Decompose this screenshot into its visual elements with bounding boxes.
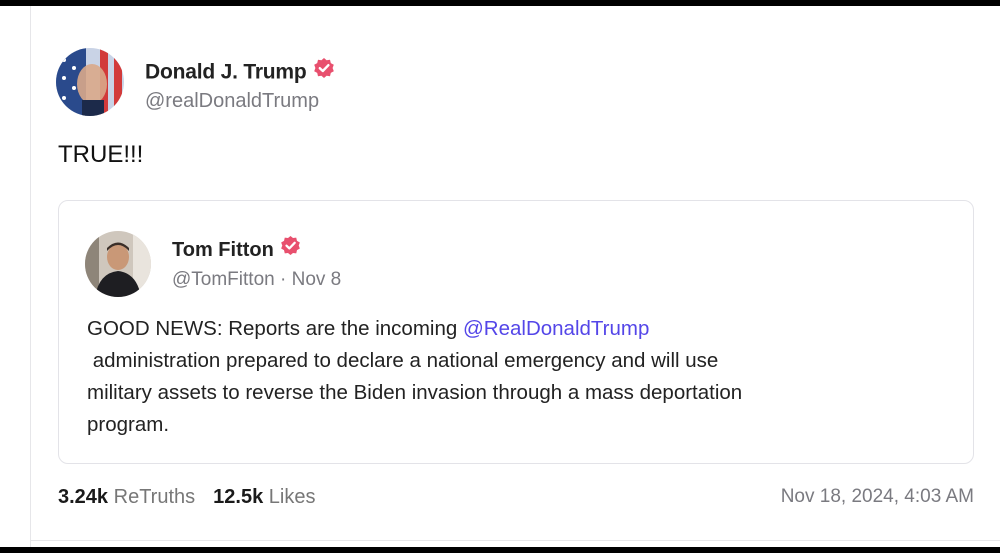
quoted-post-date[interactable]: Nov 8	[292, 269, 342, 290]
verified-badge-icon	[280, 235, 301, 262]
mention-link[interactable]: @RealDonaldTrump	[463, 317, 649, 340]
retruths-count: 3.24k	[58, 486, 109, 508]
verified-badge-icon	[313, 57, 335, 85]
post-frame: Donald J. Trump @realDonaldTrump TRUE!!!	[0, 6, 1000, 547]
quoted-text-line-1: GOOD NEWS: Reports are the incoming @Rea…	[87, 317, 650, 340]
author-name[interactable]: Donald J. Trump	[145, 57, 335, 87]
quoted-text-line-3: military assets to reverse the Biden inv…	[87, 381, 743, 404]
author-avatar[interactable]	[56, 48, 124, 116]
quoted-author-handle[interactable]: @TomFitton	[172, 269, 275, 290]
likes-count: 12.5k	[213, 486, 264, 508]
quoted-author-name[interactable]: Tom Fitton	[172, 235, 301, 264]
quoted-text-line-2: administration prepared to declare a nat…	[92, 349, 719, 372]
post-text: TRUE!!!	[58, 141, 144, 168]
quoted-post-text: GOOD NEWS: Reports are the incoming @Rea…	[87, 313, 937, 441]
quoted-post-card[interactable]: Tom Fitton @TomFitton · Nov 8 GOOD NEWS:…	[58, 200, 974, 464]
quoted-text-line-4: program.	[87, 413, 170, 436]
engagement-stats: 3.24k ReTruths 12.5k Likes	[58, 486, 315, 509]
quoted-author-meta: @TomFitton · Nov 8	[172, 269, 341, 291]
likes-stat[interactable]: 12.5k Likes	[213, 486, 315, 508]
author-handle[interactable]: @realDonaldTrump	[145, 90, 319, 113]
retruths-label: ReTruths	[113, 486, 196, 508]
truth-post: Donald J. Trump @realDonaldTrump TRUE!!!	[0, 6, 1000, 547]
likes-label: Likes	[268, 486, 316, 508]
post-timestamp[interactable]: Nov 18, 2024, 4:03 AM	[781, 486, 974, 508]
retruths-stat[interactable]: 3.24k ReTruths	[58, 486, 195, 508]
quoted-author-avatar[interactable]	[85, 231, 151, 297]
meta-separator: ·	[274, 269, 292, 290]
